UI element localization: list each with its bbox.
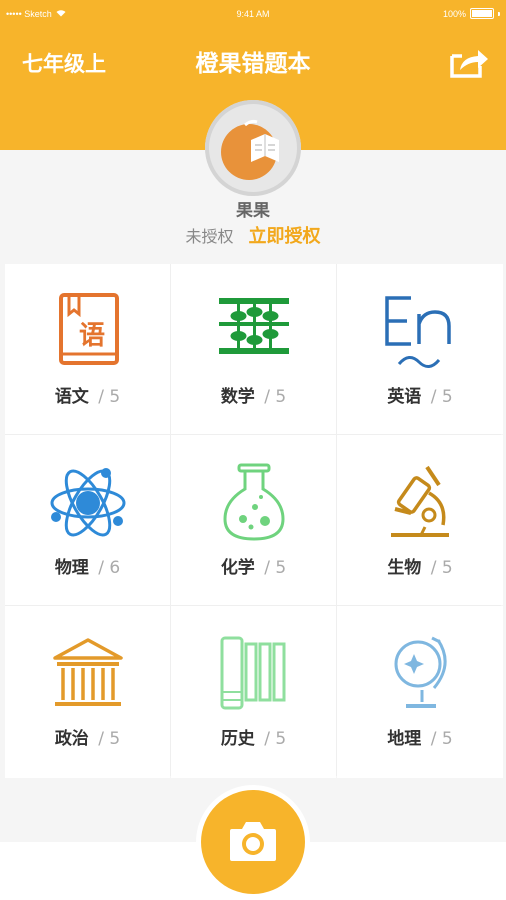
subject-label: 化学 / 5 xyxy=(171,553,336,578)
subject-geography[interactable]: 地理 / 5 xyxy=(337,606,503,778)
status-right: 100% xyxy=(443,8,500,19)
subject-label: 生物 / 5 xyxy=(337,553,503,578)
auth-status: 未授权 xyxy=(185,227,234,246)
subject-biology[interactable]: 生物 / 5 xyxy=(337,435,503,605)
subject-name: 地理 xyxy=(387,729,422,749)
building-icon xyxy=(5,634,170,712)
subject-count: / 5 xyxy=(98,729,121,749)
battery-cap xyxy=(498,11,500,16)
auth-row: 未授权 立即授权 xyxy=(0,222,506,248)
user-name: 果果 xyxy=(236,201,270,221)
subject-count: / 5 xyxy=(430,558,453,578)
camera-icon xyxy=(230,822,276,861)
subject-label: 地理 / 5 xyxy=(337,724,503,749)
subject-count: / 5 xyxy=(264,387,287,407)
subject-count: / 6 xyxy=(98,558,121,578)
subject-count: / 5 xyxy=(98,387,121,407)
battery-label: 100% xyxy=(442,8,466,19)
subject-count: / 5 xyxy=(430,387,453,407)
authorize-link[interactable]: 立即授权 xyxy=(249,226,321,247)
status-bar: ••••• Sketch 9:41 AM 100% xyxy=(0,0,506,28)
subject-label: 政治 / 5 xyxy=(5,724,170,749)
subject-count: / 5 xyxy=(264,558,287,578)
flask-icon xyxy=(171,463,336,541)
scroll-icon xyxy=(171,634,336,712)
page-title: 橙果错题本 xyxy=(195,51,311,77)
globe-icon xyxy=(337,634,503,712)
battery-icon xyxy=(470,8,494,19)
subject-label: 语文 / 5 xyxy=(5,382,170,407)
subject-history[interactable]: 历史 / 5 xyxy=(171,606,336,778)
subject-name: 化学 xyxy=(220,558,255,578)
en-icon xyxy=(337,292,503,370)
status-time: 9:41 AM xyxy=(236,9,270,19)
subject-name: 数学 xyxy=(220,387,255,407)
abacus-icon xyxy=(171,292,336,370)
subject-count: / 5 xyxy=(264,729,287,749)
avatar[interactable] xyxy=(205,100,301,196)
subject-chemistry[interactable]: 化学 / 5 xyxy=(171,435,336,605)
subject-name: 政治 xyxy=(54,729,89,749)
subject-count: / 5 xyxy=(430,729,453,749)
subject-name: 语文 xyxy=(54,387,89,407)
subject-chinese[interactable]: 语 语文 / 5 xyxy=(5,264,170,434)
subject-name: 物理 xyxy=(54,558,89,578)
subject-label: 历史 / 5 xyxy=(171,724,336,749)
atom-icon xyxy=(5,463,170,541)
subject-name: 历史 xyxy=(220,729,255,749)
subject-name: 英语 xyxy=(387,387,422,407)
microscope-icon xyxy=(337,463,503,541)
svg-text:语: 语 xyxy=(79,321,105,351)
subject-label: 物理 / 6 xyxy=(5,553,170,578)
subject-politics[interactable]: 政治 / 5 xyxy=(5,606,170,778)
subject-math[interactable]: 数学 / 5 xyxy=(171,264,336,434)
share-icon[interactable] xyxy=(448,44,490,80)
book-icon: 语 xyxy=(5,292,170,370)
subject-label: 数学 / 5 xyxy=(171,382,336,407)
subject-name: 生物 xyxy=(387,558,422,578)
subject-grid: 语 语文 / 5 数学 / 5 英语 / 5 物理 / 6 化学 / 5 生物 … xyxy=(5,264,503,778)
subject-label: 英语 / 5 xyxy=(337,382,503,407)
subject-english[interactable]: 英语 / 5 xyxy=(337,264,503,434)
subject-physics[interactable]: 物理 / 6 xyxy=(5,435,170,605)
camera-button[interactable] xyxy=(201,790,305,894)
